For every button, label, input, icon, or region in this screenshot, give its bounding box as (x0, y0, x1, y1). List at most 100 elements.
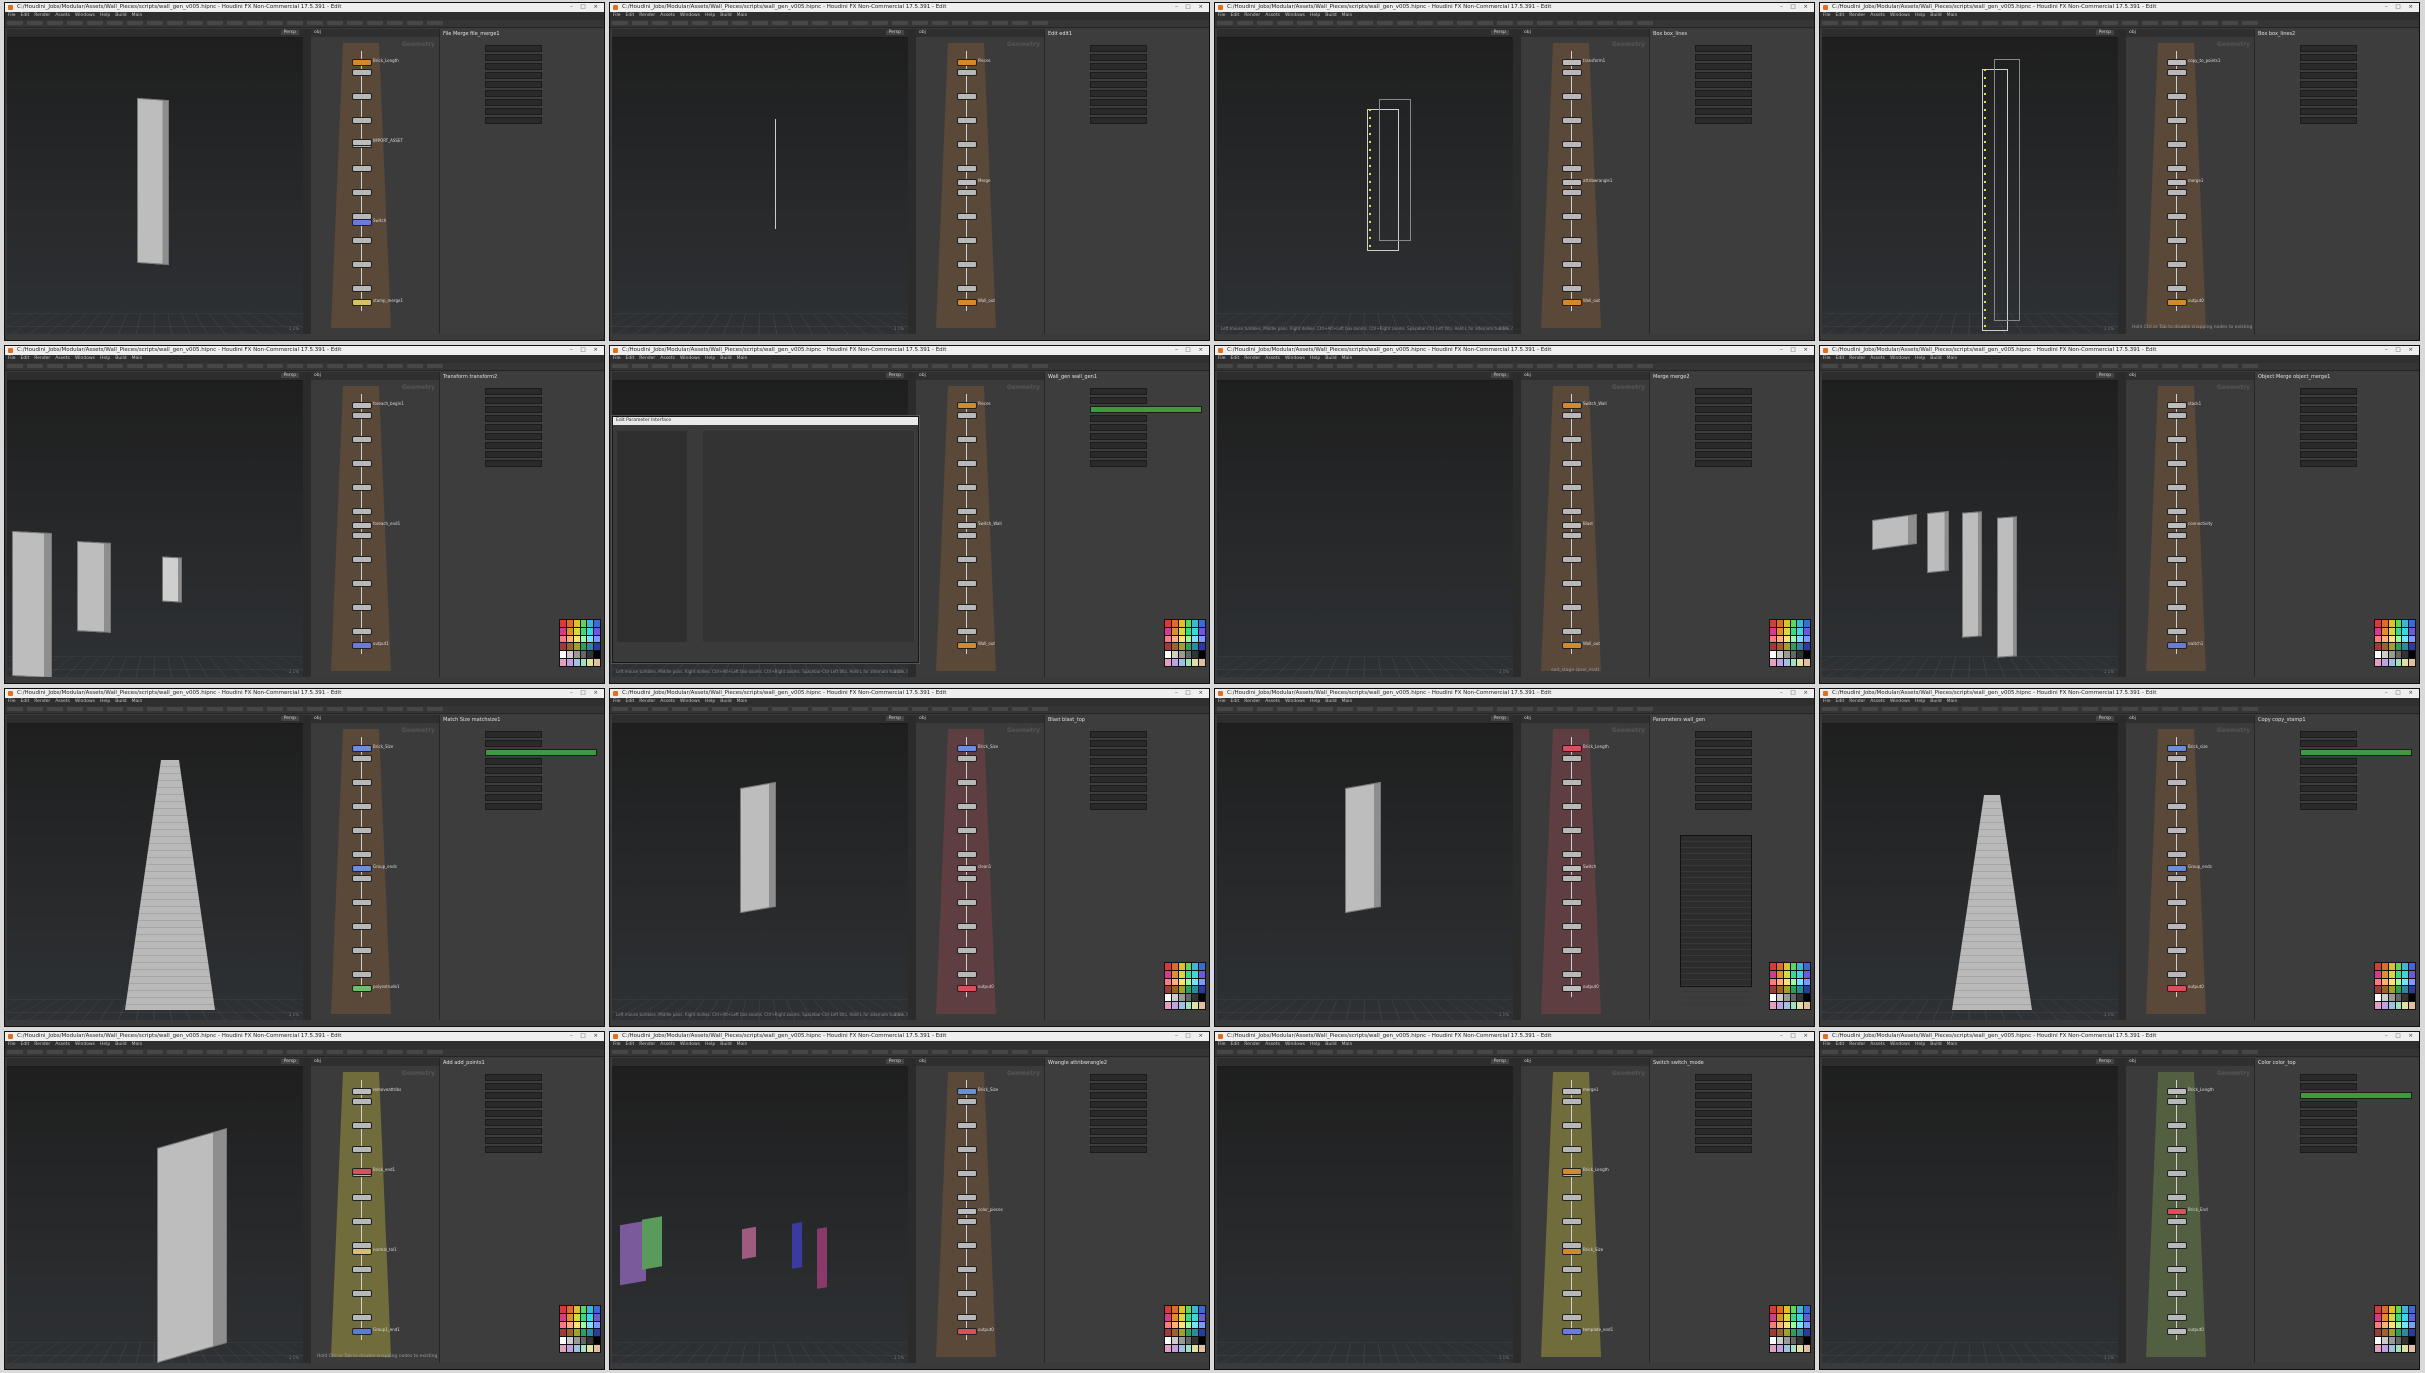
menu-item-file[interactable]: File (1823, 356, 1831, 361)
scene-viewport[interactable]: Persp 1 1% (1822, 372, 2118, 677)
sop-node[interactable] (2167, 237, 2187, 244)
sop-node[interactable] (2167, 755, 2187, 762)
shelf-tool-button[interactable] (1377, 21, 1393, 25)
sop-node[interactable] (957, 285, 977, 292)
shelf-tool-button[interactable] (1922, 21, 1938, 25)
palette-swatch[interactable] (2375, 620, 2381, 627)
palette-swatch[interactable] (2402, 643, 2408, 650)
palette-swatch[interactable] (1804, 979, 1810, 986)
shelf-tool-button[interactable] (732, 707, 748, 711)
network-editor[interactable]: obj Geometry removeattribs Brick_end1 normal… (311, 1058, 439, 1363)
palette-swatch[interactable] (1777, 986, 1783, 993)
sop-node[interactable] (352, 875, 372, 882)
shelf-tool-button[interactable] (1417, 364, 1433, 368)
shelf-tool-button[interactable] (1397, 21, 1413, 25)
sop-node[interactable] (1562, 947, 1582, 954)
palette-swatch[interactable] (1777, 620, 1783, 627)
sop-node[interactable] (1562, 985, 1582, 992)
shelf-tool-button[interactable] (792, 21, 808, 25)
palette-swatch[interactable] (2375, 979, 2381, 986)
palette-swatch[interactable] (2396, 1322, 2402, 1329)
perspective-camera-menu[interactable]: Persp (886, 30, 904, 35)
palette-swatch[interactable] (574, 1337, 580, 1344)
shelf-tool-button[interactable] (1557, 1050, 1573, 1054)
shelf-tool-button[interactable] (167, 1050, 183, 1054)
menu-item-render[interactable]: Render (1849, 13, 1865, 18)
palette-swatch[interactable] (1186, 628, 1192, 635)
sop-node[interactable] (352, 460, 372, 467)
window-control-buttons[interactable]: – □ × (1175, 346, 1206, 355)
shelf-tool-button[interactable] (1297, 707, 1313, 711)
palette-swatch[interactable] (1186, 1329, 1192, 1336)
parameter-field[interactable] (2300, 1092, 2412, 1099)
menu-item-edit[interactable]: Edit (1836, 13, 1845, 18)
menu-item-windows[interactable]: Windows (75, 13, 95, 18)
network-editor[interactable]: obj Geometry Brick_size Group_ends output0 (2126, 715, 2254, 1020)
shelf-tool-button[interactable] (872, 707, 888, 711)
sop-node[interactable] (1562, 213, 1582, 220)
shelf-tool-button[interactable] (772, 1050, 788, 1054)
parameter-field[interactable] (2300, 63, 2357, 70)
sop-node[interactable] (1562, 971, 1582, 978)
sop-node[interactable] (1562, 851, 1582, 858)
menu-item-build[interactable]: Build (1325, 1042, 1336, 1047)
sop-node[interactable] (2167, 508, 2187, 515)
parameter-field[interactable] (2300, 90, 2357, 97)
parameter-field[interactable] (485, 1083, 542, 1090)
shelf-tool-button[interactable] (752, 364, 768, 368)
shelf-tool-button[interactable] (2242, 21, 2258, 25)
sop-node[interactable] (2167, 165, 2187, 172)
shelf-tool-button[interactable] (1822, 21, 1838, 25)
palette-swatch[interactable] (2402, 994, 2408, 1001)
window-control-buttons[interactable]: – □ × (1175, 3, 1206, 12)
palette-swatch[interactable] (1179, 628, 1185, 635)
palette-swatch[interactable] (1179, 1345, 1185, 1352)
shelf-tool-button[interactable] (1317, 707, 1333, 711)
palette-swatch[interactable] (1199, 643, 1205, 650)
shelf-tool-button[interactable] (127, 707, 143, 711)
sop-node[interactable] (1562, 117, 1582, 124)
palette-swatch[interactable] (587, 620, 593, 627)
menu-item-build[interactable]: Build (1930, 1042, 1941, 1047)
shelf-tool-button[interactable] (1597, 21, 1613, 25)
shelf-tool-button[interactable] (1822, 364, 1838, 368)
shelf-tool-button[interactable] (2122, 1050, 2138, 1054)
palette-swatch[interactable] (2409, 1322, 2415, 1329)
parameter-field[interactable] (1090, 785, 1147, 792)
node-color-palette[interactable] (2374, 962, 2416, 1010)
parameter-field[interactable] (1695, 1092, 1752, 1099)
palette-swatch[interactable] (1186, 971, 1192, 978)
palette-swatch[interactable] (1804, 651, 1810, 658)
shelf-tool-button[interactable] (712, 1050, 728, 1054)
sop-node[interactable] (2167, 522, 2187, 529)
shelf-tool-button[interactable] (1962, 21, 1978, 25)
sop-node[interactable] (352, 285, 372, 292)
shelf-tool-button[interactable] (892, 1050, 908, 1054)
sop-node[interactable] (1562, 285, 1582, 292)
shelf-tool-button[interactable] (1317, 364, 1333, 368)
parameter-field[interactable] (2300, 758, 2357, 765)
parameter-properties-panel[interactable] (703, 431, 914, 642)
parameter-field[interactable] (1090, 415, 1147, 422)
shelf-tool-button[interactable] (932, 707, 948, 711)
shelf-tool-button[interactable] (427, 1050, 443, 1054)
sop-node[interactable] (2167, 556, 2187, 563)
shelf-tool-button[interactable] (2222, 21, 2238, 25)
palette-swatch[interactable] (1192, 659, 1198, 666)
menu-item-edit[interactable]: Edit (1231, 13, 1240, 18)
palette-swatch[interactable] (1770, 659, 1776, 666)
parameter-field[interactable] (1090, 45, 1147, 52)
shelf-tool-button[interactable] (227, 707, 243, 711)
palette-swatch[interactable] (1179, 979, 1185, 986)
palette-swatch[interactable] (594, 651, 600, 658)
palette-swatch[interactable] (2409, 979, 2415, 986)
palette-swatch[interactable] (1179, 636, 1185, 643)
palette-swatch[interactable] (1199, 1329, 1205, 1336)
shelf-tool-button[interactable] (1577, 707, 1593, 711)
shelf-tool-button[interactable] (1237, 707, 1253, 711)
palette-swatch[interactable] (1797, 979, 1803, 986)
shelf-tool-button[interactable] (147, 707, 163, 711)
palette-swatch[interactable] (1797, 659, 1803, 666)
parameter-field[interactable] (2300, 388, 2357, 395)
sop-node[interactable] (352, 755, 372, 762)
